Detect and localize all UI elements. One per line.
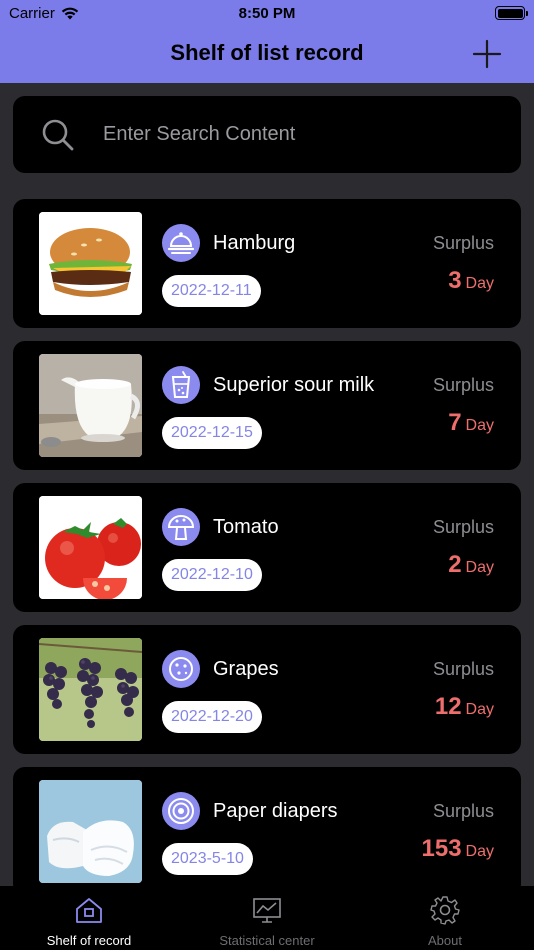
list-item[interactable]: Paper diapers 2023-5-10 Surplus 153 Day bbox=[13, 767, 521, 896]
list-item[interactable]: Hamburg 2022-12-11 Surplus 3 Day bbox=[13, 199, 521, 328]
days-unit: Day bbox=[465, 701, 494, 718]
clock: 8:50 PM bbox=[238, 5, 296, 22]
item-image bbox=[39, 638, 142, 741]
list-item[interactable]: Superior sour milk 2022-12-15 Surplus 7D… bbox=[13, 341, 521, 470]
drink-icon bbox=[162, 366, 200, 404]
surplus-label: Surplus bbox=[432, 517, 494, 537]
days-count: 12 bbox=[434, 693, 462, 720]
list-item[interactable]: Tomato 2022-12-10 Surplus 2 Day bbox=[13, 483, 521, 612]
days-remaining: 12 Day bbox=[435, 693, 494, 721]
item-name: Superior sour milk bbox=[213, 374, 375, 396]
tab-label: About bbox=[428, 933, 462, 948]
days-unit: Day bbox=[465, 559, 494, 576]
days-remaining: 7 Day bbox=[448, 409, 494, 437]
item-image bbox=[39, 496, 142, 599]
item-image bbox=[39, 780, 142, 883]
item-date: 2022-12-15 bbox=[162, 417, 262, 449]
tab-bar: Shelf of record Statistical center About bbox=[0, 886, 534, 950]
cloche-icon bbox=[162, 224, 200, 262]
status-bar: Carrier 8:50 PM bbox=[0, 0, 534, 28]
surplus-label: Surplus bbox=[432, 659, 494, 679]
add-button[interactable] bbox=[471, 38, 503, 70]
days-count: 153 bbox=[421, 835, 462, 862]
item-date: 2022-12-20 bbox=[162, 701, 262, 733]
days-unit: Day bbox=[465, 417, 494, 434]
item-date: 2023-5-10 bbox=[162, 843, 253, 875]
item-name: Paper diapers bbox=[213, 800, 338, 822]
days-remaining: 153 Day bbox=[422, 835, 495, 863]
days-remaining: 3 Day bbox=[448, 267, 494, 295]
header: Carrier 8:50 PM Shelf of list record bbox=[0, 0, 534, 83]
days-count: 3 bbox=[448, 267, 462, 294]
item-name: Tomato bbox=[213, 516, 279, 538]
mushroom-icon bbox=[162, 508, 200, 546]
days-remaining: 2 Day bbox=[448, 551, 494, 579]
tab-label: Shelf of record bbox=[46, 933, 132, 948]
days-unit: Day bbox=[465, 275, 494, 292]
tab-shelf-of-record[interactable]: Shelf of record bbox=[0, 886, 178, 950]
tab-label: Statistical center bbox=[219, 933, 315, 948]
chart-icon bbox=[253, 898, 281, 923]
search-icon bbox=[42, 119, 74, 151]
days-count: 7 bbox=[448, 409, 462, 436]
battery-icon bbox=[495, 6, 528, 20]
tab-statistical-center[interactable]: Statistical center bbox=[178, 886, 356, 950]
item-name: Grapes bbox=[213, 658, 279, 680]
days-unit: Day bbox=[465, 843, 494, 860]
item-date: 2022-12-11 bbox=[162, 275, 261, 307]
home-icon bbox=[76, 898, 102, 923]
item-image bbox=[39, 354, 142, 457]
item-image bbox=[39, 212, 142, 315]
list-item[interactable]: Grapes 2022-12-20 Surplus 12 Day bbox=[13, 625, 521, 754]
tab-about[interactable]: About bbox=[356, 886, 534, 950]
search-bar bbox=[13, 96, 521, 173]
surplus-label: Surplus bbox=[432, 375, 494, 395]
days-count: 2 bbox=[448, 551, 462, 578]
pizza-icon bbox=[162, 650, 200, 688]
target-icon bbox=[162, 792, 200, 830]
item-date: 2022-12-10 bbox=[162, 559, 262, 591]
surplus-label: Surplus bbox=[432, 801, 494, 821]
item-name: Hamburg bbox=[213, 232, 296, 254]
search-input[interactable] bbox=[103, 96, 503, 173]
surplus-label: Surplus bbox=[432, 233, 494, 253]
gear-icon bbox=[430, 896, 460, 925]
page-title: Shelf of list record bbox=[170, 40, 364, 65]
plus-icon bbox=[472, 39, 502, 69]
